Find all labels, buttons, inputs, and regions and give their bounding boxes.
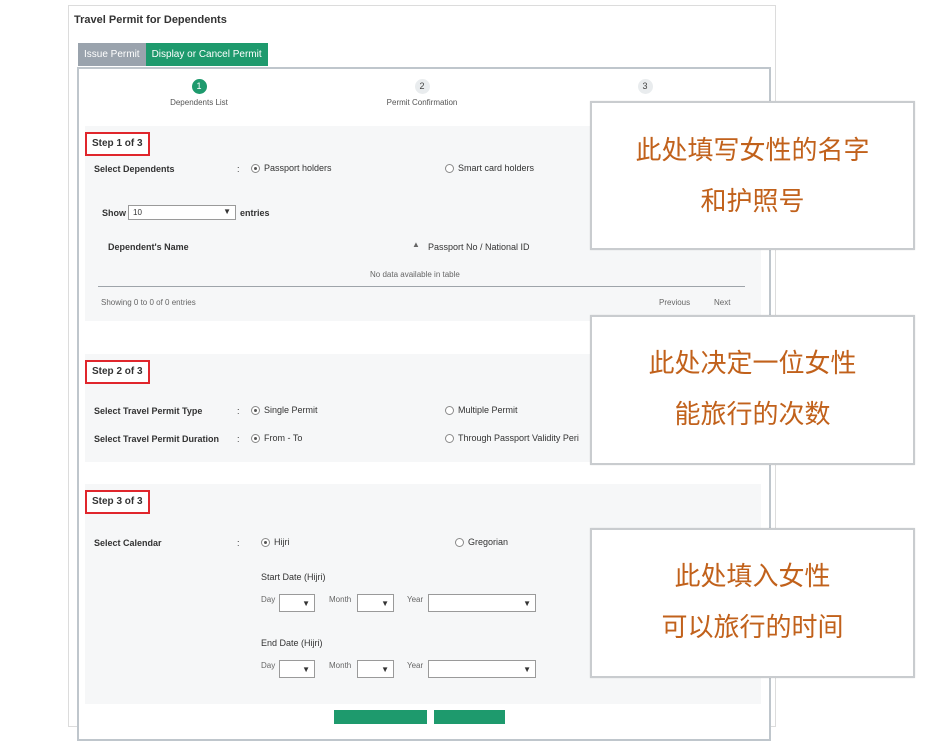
start-month-label: Month: [329, 595, 352, 604]
radio-label: Passport holders: [264, 163, 332, 173]
entries-value: 10: [133, 208, 142, 217]
dropdown-arrow-icon: ▼: [523, 599, 531, 608]
radio-label: Multiple Permit: [458, 405, 518, 415]
start-day-label: Day: [261, 595, 276, 604]
radio-smart-card-holders[interactable]: Smart card holders: [445, 163, 534, 173]
sort-up-icon[interactable]: ▲: [412, 240, 420, 249]
note-line: 此处决定一位女性: [648, 349, 857, 379]
cancel-button[interactable]: [434, 710, 505, 724]
start-year-label: Year: [407, 595, 424, 604]
tab-display-cancel-permit[interactable]: Display or Cancel Permit: [145, 43, 268, 66]
end-day-select[interactable]: ▼: [279, 660, 315, 678]
radio-gregorian[interactable]: Gregorian: [455, 537, 508, 547]
column-dependents-name[interactable]: Dependent's Name: [108, 242, 189, 252]
dropdown-arrow-icon: ▼: [223, 207, 231, 216]
colon: :: [237, 434, 240, 444]
step2-heading: Step 2 of 3: [85, 360, 150, 384]
radio-multiple-permit[interactable]: Multiple Permit: [445, 405, 518, 415]
dropdown-arrow-icon: ▼: [381, 599, 389, 608]
dropdown-arrow-icon: ▼: [302, 665, 310, 674]
wizard-step-2: 2 Permit Confirmation: [367, 79, 477, 107]
dropdown-arrow-icon: ▼: [523, 665, 531, 674]
note-line: 可以旅行的时间: [661, 613, 844, 643]
previous-link[interactable]: Previous: [659, 298, 690, 307]
wizard-step-number: 2: [414, 79, 430, 94]
start-month-select[interactable]: ▼: [357, 594, 394, 612]
annotation-note-step1: 此处填写女性的名字 和护照号: [590, 101, 915, 250]
colon: :: [237, 164, 240, 174]
radio-label: Through Passport Validity Peri: [458, 433, 579, 443]
radio-label: Gregorian: [468, 537, 509, 547]
entries-select[interactable]: 10 ▼: [128, 205, 236, 220]
select-calendar-label: Select Calendar: [94, 538, 162, 548]
radio-unselected-icon: [455, 537, 464, 547]
radio-label: From - To: [264, 433, 303, 443]
radio-hijri[interactable]: Hijri: [261, 537, 290, 547]
table-divider: [98, 286, 745, 287]
note-line: 此处填写女性的名字: [635, 136, 870, 166]
colon: :: [237, 538, 240, 548]
next-link[interactable]: Next: [714, 298, 730, 307]
column-passport-no[interactable]: Passport No / National ID: [428, 242, 530, 252]
radio-selected-icon: [251, 405, 260, 415]
radio-selected-icon: [251, 163, 260, 173]
radio-from-to[interactable]: From - To: [251, 433, 302, 443]
tab-bar: Issue Permit Display or Cancel Permit: [78, 43, 268, 66]
note-line: 能旅行的次数: [674, 400, 831, 430]
end-day-label: Day: [261, 661, 276, 670]
start-day-select[interactable]: ▼: [279, 594, 315, 612]
annotation-note-step2: 此处决定一位女性 能旅行的次数: [590, 315, 915, 465]
step3-heading: Step 3 of 3: [85, 490, 150, 514]
show-label: Show: [102, 208, 126, 218]
radio-unselected-icon: [445, 433, 454, 443]
radio-selected-icon: [251, 433, 260, 443]
annotation-note-step3: 此处填入女性 可以旅行的时间: [590, 528, 915, 678]
select-dependents-label: Select Dependents: [94, 164, 175, 174]
wizard-step-number: 3: [637, 79, 653, 94]
radio-unselected-icon: [445, 405, 454, 415]
permit-duration-label: Select Travel Permit Duration: [94, 434, 220, 444]
wizard-step-number: 1: [191, 79, 207, 94]
permit-type-label: Select Travel Permit Type: [94, 406, 203, 416]
note-line: 此处填入女性: [674, 562, 831, 592]
radio-unselected-icon: [445, 163, 454, 173]
entries-label: entries: [240, 208, 270, 218]
radio-through-passport-validity[interactable]: Through Passport Validity Peri: [445, 433, 579, 443]
panel-title: Travel Permit for Dependents: [74, 14, 227, 26]
wizard-step-label: Dependents List: [170, 98, 228, 107]
radio-label: Smart card holders: [458, 163, 535, 173]
end-date-title: End Date (Hijri): [261, 638, 323, 648]
radio-selected-icon: [261, 537, 270, 547]
start-date-title: Start Date (Hijri): [261, 572, 326, 582]
wizard-step-1: 1 Dependents List: [144, 79, 254, 107]
wizard-step-3: 3: [590, 79, 700, 98]
radio-label: Hijri: [274, 537, 290, 547]
end-month-label: Month: [329, 661, 352, 670]
end-month-select[interactable]: ▼: [357, 660, 394, 678]
tab-issue-permit[interactable]: Issue Permit: [78, 43, 146, 66]
colon: :: [237, 406, 240, 416]
wizard-step-label: Permit Confirmation: [386, 98, 458, 107]
radio-passport-holders[interactable]: Passport holders: [251, 163, 332, 173]
submit-button[interactable]: [334, 710, 427, 724]
no-data-message: No data available in table: [370, 270, 460, 279]
showing-entries: Showing 0 to 0 of 0 entries: [101, 298, 196, 307]
dropdown-arrow-icon: ▼: [381, 665, 389, 674]
radio-single-permit[interactable]: Single Permit: [251, 405, 318, 415]
radio-label: Single Permit: [264, 405, 318, 415]
end-year-label: Year: [407, 661, 424, 670]
end-year-select[interactable]: ▼: [428, 660, 536, 678]
dropdown-arrow-icon: ▼: [302, 599, 310, 608]
step1-heading: Step 1 of 3: [85, 132, 150, 156]
start-year-select[interactable]: ▼: [428, 594, 536, 612]
note-line: 和护照号: [700, 187, 805, 217]
